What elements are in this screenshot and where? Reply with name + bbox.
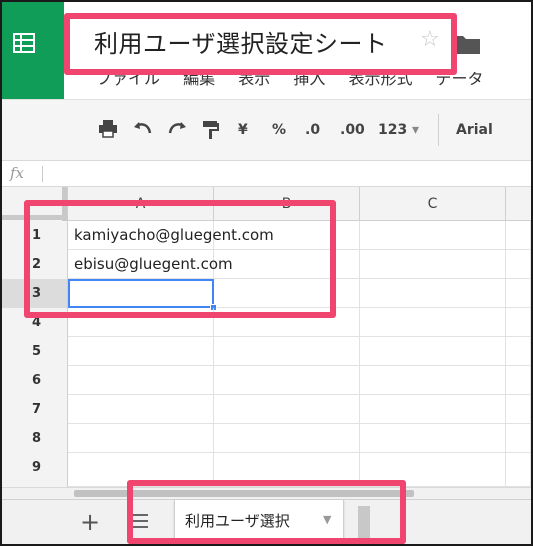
sheets-logo[interactable] <box>2 2 64 99</box>
toolbar-divider <box>438 114 439 146</box>
column-header-c[interactable]: C <box>360 187 506 221</box>
row-header[interactable]: 5 <box>2 337 68 366</box>
redo-icon[interactable] <box>168 120 188 138</box>
formula-divider <box>42 166 43 182</box>
folder-icon[interactable] <box>454 34 480 54</box>
cell-d4[interactable] <box>506 308 531 337</box>
sheet-tab-highlight-box <box>127 480 406 544</box>
cell-d2[interactable] <box>506 250 531 279</box>
cell-b8[interactable] <box>214 424 360 453</box>
cell-c3[interactable] <box>360 279 506 308</box>
fx-icon: fx <box>10 164 25 182</box>
cell-b7[interactable] <box>214 395 360 424</box>
cell-a5[interactable] <box>68 337 214 366</box>
row-header[interactable]: 8 <box>2 424 68 453</box>
cell-d3[interactable] <box>506 279 531 308</box>
increase-decimal-button[interactable]: .00 <box>340 120 365 140</box>
cell-c4[interactable] <box>360 308 506 337</box>
cell-c5[interactable] <box>360 337 506 366</box>
cell-c8[interactable] <box>360 424 506 453</box>
cell-d7[interactable] <box>506 395 531 424</box>
table-row: 6 <box>2 366 531 395</box>
cell-d6[interactable] <box>506 366 531 395</box>
chevron-down-icon[interactable]: ▾ <box>412 120 419 140</box>
sheets-grid-icon <box>13 33 35 53</box>
table-row: 5 <box>2 337 531 366</box>
cell-a8[interactable] <box>68 424 214 453</box>
add-sheet-button[interactable]: + <box>80 508 100 536</box>
undo-icon[interactable] <box>132 120 152 138</box>
number-format-dropdown[interactable]: 123 <box>378 120 407 140</box>
cells-highlight-box <box>24 200 336 318</box>
title-highlight-box <box>64 13 457 75</box>
cell-b6[interactable] <box>214 366 360 395</box>
formula-bar: fx <box>2 161 531 187</box>
row-header[interactable]: 7 <box>2 395 68 424</box>
cell-c6[interactable] <box>360 366 506 395</box>
cell-c2[interactable] <box>360 250 506 279</box>
cell-d1[interactable] <box>506 221 531 250</box>
menu-bar: ファイル 編集 表示 挿入 表示形式 データ <box>96 72 502 98</box>
cell-d5[interactable] <box>506 337 531 366</box>
cell-d9[interactable] <box>506 453 531 487</box>
row-header[interactable]: 9 <box>2 453 68 487</box>
table-row: 8 <box>2 424 531 453</box>
decrease-decimal-button[interactable]: .0 <box>305 120 320 140</box>
paint-format-icon[interactable] <box>202 120 220 140</box>
cell-b5[interactable] <box>214 337 360 366</box>
font-family-dropdown[interactable]: Arial <box>456 120 493 140</box>
cell-a7[interactable] <box>68 395 214 424</box>
cell-d8[interactable] <box>506 424 531 453</box>
row-header[interactable]: 6 <box>2 366 68 395</box>
print-icon[interactable] <box>98 120 118 138</box>
cell-a6[interactable] <box>68 366 214 395</box>
percent-format-button[interactable]: % <box>272 120 286 140</box>
spreadsheet-window: 利用ユーザ選択設定シート ☆ ファイル 編集 表示 挿入 表示形式 データ ¥ … <box>0 0 533 546</box>
table-row: 7 <box>2 395 531 424</box>
toolbar: ¥ % .0 .00 123 ▾ Arial <box>2 99 531 161</box>
currency-format-button[interactable]: ¥ <box>238 120 248 140</box>
cell-c7[interactable] <box>360 395 506 424</box>
cell-c1[interactable] <box>360 221 506 250</box>
